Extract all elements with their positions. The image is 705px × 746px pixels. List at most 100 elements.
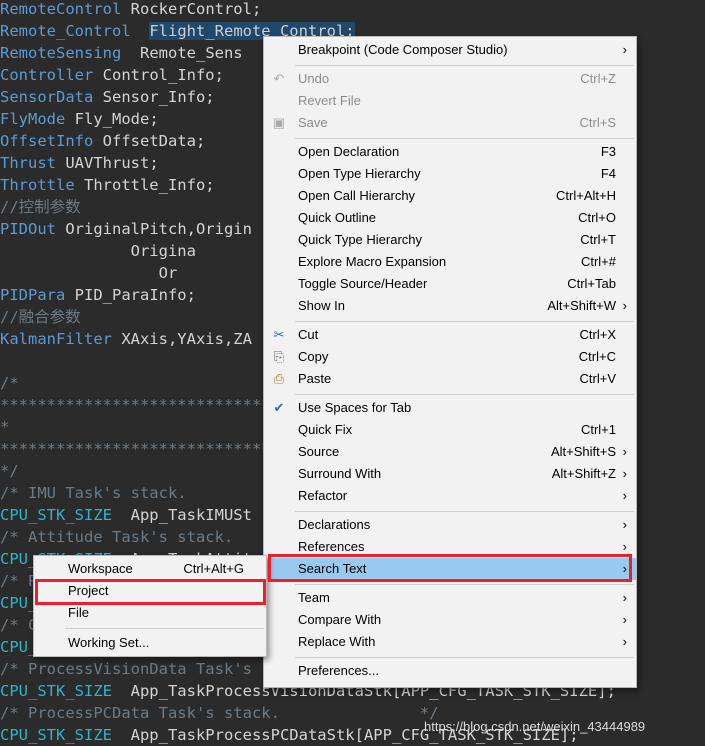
code-line: /* IMU Task's stack.	[0, 482, 187, 504]
menu-item-label: Quick Outline	[298, 210, 377, 225]
menu-separator	[295, 510, 634, 512]
code-token: Remote_Control	[0, 22, 131, 40]
menu-item-show-in[interactable]: Show In Alt+Shift+W ›	[264, 295, 636, 317]
chevron-right-icon: ›	[622, 590, 627, 605]
menu-item-label: Project	[68, 583, 109, 598]
code-line: /* P	[0, 570, 37, 592]
menu-item-label: Quick Type Hierarchy	[298, 232, 423, 247]
code-line: /* ProcessVisionData Task's	[0, 658, 252, 680]
menu-item-shortcut: Ctrl+Alt+H	[556, 188, 616, 203]
code-token: Origina	[0, 242, 196, 260]
code-token: PID_ParaInfo;	[65, 286, 196, 304]
menu-item-label: Open Call Hierarchy	[298, 188, 416, 203]
menu-item-surround-with[interactable]: Surround With Alt+Shift+Z ›	[264, 463, 636, 485]
menu-item-label: Compare With	[298, 612, 382, 627]
menu-item-label: Cut	[298, 327, 319, 342]
code-line: PIDPara PID_ParaInfo;	[0, 284, 196, 306]
menu-item-replace-with[interactable]: Replace With ›	[264, 631, 636, 653]
menu-item-shortcut: F3	[600, 144, 616, 159]
menu-item-search-text[interactable]: Search Text ›	[264, 558, 636, 580]
menu-item-label: Surround With	[298, 466, 382, 481]
menu-item-quick-fix[interactable]: Quick Fix Ctrl+1	[264, 419, 636, 441]
chevron-right-icon: ›	[622, 539, 627, 554]
menu-item-file[interactable]: File	[34, 602, 266, 624]
menu-item-team[interactable]: Team ›	[264, 587, 636, 609]
code-token: CPU_STK_SIZE	[0, 682, 112, 700]
menu-item-working-set[interactable]: Working Set...	[34, 632, 266, 654]
copy-icon: ⎘	[273, 349, 285, 364]
menu-item-label: Workspace	[68, 561, 133, 576]
undo-icon: ↶	[273, 71, 285, 86]
menu-item-quick-outline[interactable]: Quick Outline Ctrl+O	[264, 207, 636, 229]
code-token: Throttle_Info;	[74, 176, 215, 194]
chevron-right-icon: ›	[622, 561, 627, 576]
code-token: CPU_STK_SIZE	[0, 506, 112, 524]
menu-item-compare-with[interactable]: Compare With ›	[264, 609, 636, 631]
menu-item-breakpoint[interactable]: Breakpoint (Code Composer Studio) ›	[264, 39, 636, 61]
menu-item-shortcut: Ctrl+O	[578, 210, 616, 225]
menu-item-use-spaces-for-tab[interactable]: ✔ Use Spaces for Tab	[264, 397, 636, 419]
menu-separator	[295, 393, 634, 395]
code-line: /*	[0, 372, 19, 394]
save-icon: ▣	[272, 115, 286, 130]
menu-item-shortcut: Ctrl+Tab	[567, 276, 616, 291]
code-token: /* C	[0, 616, 38, 634]
menu-item-shortcut: Ctrl+Z	[580, 71, 616, 86]
menu-item-label: Quick Fix	[298, 422, 353, 437]
code-token: XAxis,YAxis,ZA	[111, 330, 252, 348]
chevron-right-icon: ›	[622, 466, 627, 481]
code-line: *	[0, 416, 9, 438]
menu-separator	[295, 320, 634, 322]
code-token: RemoteControl	[0, 0, 122, 18]
menu-item-shortcut: Alt+Shift+Z	[551, 466, 616, 481]
code-line: /* C	[0, 614, 37, 636]
menu-item-source[interactable]: Source Alt+Shift+S ›	[264, 441, 636, 463]
menu-item-shortcut: Ctrl+C	[578, 349, 616, 364]
menu-item-shortcut: Alt+Shift+W	[547, 298, 616, 313]
menu-item-toggle-source-header[interactable]: Toggle Source/Header Ctrl+Tab	[264, 273, 636, 295]
chevron-right-icon: ›	[622, 42, 627, 57]
menu-item-open-call-hierarchy[interactable]: Open Call Hierarchy Ctrl+Alt+H	[264, 185, 636, 207]
chevron-right-icon: ›	[622, 444, 627, 459]
menu-item-shortcut: Ctrl+S	[579, 115, 616, 130]
menu-item-open-declaration[interactable]: Open Declaration F3	[264, 141, 636, 163]
chevron-right-icon: ›	[622, 298, 627, 313]
menu-item-explore-macro-expansion[interactable]: Explore Macro Expansion Ctrl+#	[264, 251, 636, 273]
menu-item-paste[interactable]: ⎙ Paste Ctrl+V	[264, 368, 636, 390]
code-line: OffsetInfo OffsetData;	[0, 130, 205, 152]
menu-item-label: Open Declaration	[298, 144, 400, 159]
menu-item-preferences[interactable]: Preferences...	[264, 660, 636, 682]
code-line: Controller Control_Info;	[0, 64, 224, 86]
menu-item-shortcut: Ctrl+T	[580, 232, 616, 247]
menu-item-references[interactable]: References ›	[264, 536, 636, 558]
watermark: https://blog.csdn.net/weixin_43444989	[424, 719, 646, 734]
menu-item-save: ▣ Save Ctrl+S	[264, 112, 636, 134]
menu-item-declarations[interactable]: Declarations ›	[264, 514, 636, 536]
code-line: CPU_STK_SIZE App_TaskIMUSt	[0, 504, 252, 526]
menu-item-copy[interactable]: ⎘ Copy Ctrl+C	[264, 346, 636, 368]
menu-separator	[295, 656, 634, 658]
menu-item-label: Team	[298, 590, 330, 605]
code-line: RemoteControl RockerControl;	[0, 0, 261, 20]
menu-item-project[interactable]: Project	[34, 580, 266, 602]
menu-item-workspace[interactable]: Workspace Ctrl+Alt+G	[34, 558, 266, 580]
code-line: Throttle Throttle_Info;	[0, 174, 215, 196]
code-token: Remote_Sens	[121, 44, 243, 62]
code-token: Controller	[0, 66, 94, 84]
code-line: */	[0, 460, 19, 482]
code-token: CPU_	[0, 594, 38, 612]
menu-item-refactor[interactable]: Refactor ›	[264, 485, 636, 507]
code-line: //融合参数	[0, 306, 81, 328]
menu-item-label: Toggle Source/Header	[298, 276, 428, 291]
menu-item-shortcut: F4	[600, 166, 616, 181]
code-line: /* Attitude Task's stack.	[0, 526, 233, 548]
code-token: /*	[0, 374, 19, 392]
menu-item-cut[interactable]: ✂ Cut Ctrl+X	[264, 324, 636, 346]
menu-item-label: Refactor	[298, 488, 348, 503]
menu-item-open-type-hierarchy[interactable]: Open Type Hierarchy F4	[264, 163, 636, 185]
menu-item-quick-type-hierarchy[interactable]: Quick Type Hierarchy Ctrl+T	[264, 229, 636, 251]
menu-item-label: Save	[298, 115, 328, 130]
context-menu: Breakpoint (Code Composer Studio) › ↶ Undo C…	[263, 36, 637, 688]
menu-item-label: File	[68, 605, 89, 620]
